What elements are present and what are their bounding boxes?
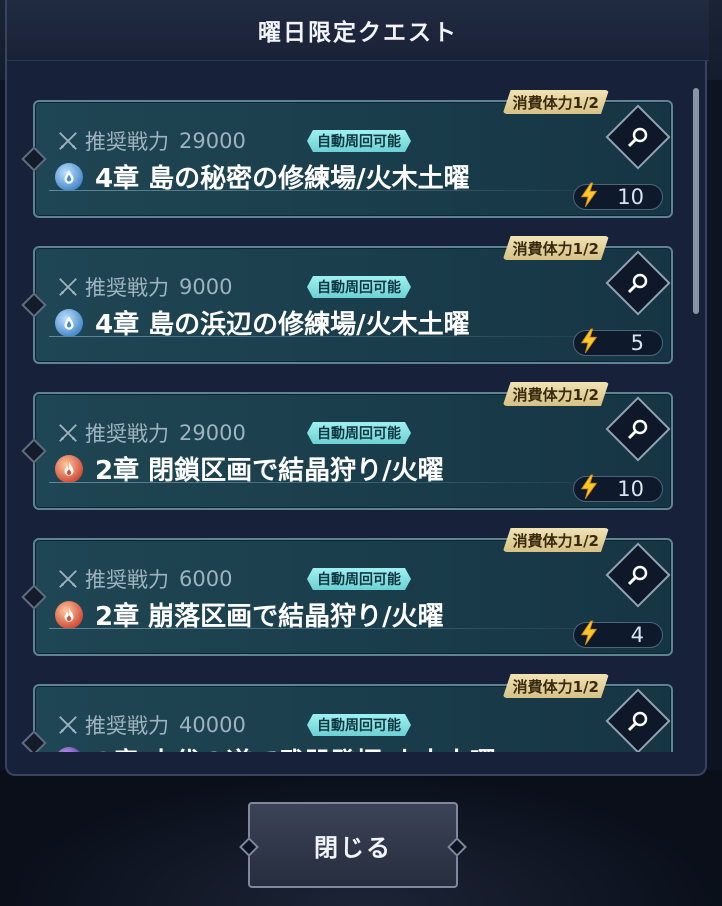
stamina-cost: 5 — [573, 328, 663, 356]
search-icon — [627, 127, 648, 148]
lightning-bolt-icon — [580, 620, 598, 646]
auto-repeat-badge: 自動周回可能 — [307, 714, 411, 736]
auto-repeat-badge: 自動周回可能 — [307, 422, 411, 444]
power-label: 推奨戦力 — [85, 568, 169, 592]
recommended-power: 推奨戦力 9000 — [57, 272, 232, 302]
search-button[interactable] — [605, 688, 671, 752]
water-drop-icon — [55, 162, 83, 191]
power-label: 推奨戦力 — [85, 714, 169, 738]
auto-repeat-badge: 自動周回可能 — [307, 130, 411, 152]
search-icon — [627, 419, 648, 440]
quest-title-row: 3章 古代の道で武器発掘/火木土曜 — [55, 742, 496, 752]
lightning-bolt-icon — [580, 474, 598, 500]
search-button[interactable] — [605, 250, 671, 316]
recommended-power: 推奨戦力 29000 — [57, 126, 246, 156]
auto-repeat-badge: 自動周回可能 — [307, 276, 411, 298]
search-icon — [627, 711, 648, 732]
lightning-bolt-icon — [580, 328, 598, 354]
power-value: 6000 — [179, 567, 233, 591]
stamina-badge: 消費体力1/2 — [503, 90, 609, 114]
recommended-power: 推奨戦力 40000 — [57, 710, 246, 740]
sword-icon — [59, 278, 77, 296]
quest-card[interactable]: 消費体力1/2 推奨戦力 29000 自動周回可能 2章 閉鎖区画で結晶狩り/火… — [21, 392, 673, 510]
card-deco — [21, 730, 47, 752]
quest-card[interactable]: 消費体力1/2 推奨戦力 9000 自動周回可能 4章 島の浜辺の修練場/火木土… — [21, 246, 673, 364]
stamina-badge: 消費体力1/2 — [503, 382, 609, 406]
search-button[interactable] — [605, 396, 671, 462]
dark-element-icon — [55, 746, 83, 752]
power-value: 29000 — [179, 129, 246, 153]
cost-value: 5 — [630, 331, 644, 355]
card-deco — [21, 584, 47, 610]
power-value: 29000 — [179, 421, 246, 445]
power-label: 推奨戦力 — [85, 276, 169, 300]
quest-card[interactable]: 消費体力1/2 推奨戦力 29000 自動周回可能 4章 島の秘密の修練場/火木… — [21, 100, 673, 218]
stamina-badge: 消費体力1/2 — [503, 236, 609, 260]
divider — [49, 190, 591, 191]
power-value: 9000 — [179, 275, 233, 299]
search-icon — [627, 565, 648, 586]
power-value: 40000 — [179, 713, 246, 737]
power-label: 推奨戦力 — [85, 422, 169, 446]
recommended-power: 推奨戦力 6000 — [57, 564, 232, 594]
scrollbar[interactable] — [693, 88, 699, 314]
divider — [49, 336, 591, 337]
sword-icon — [59, 132, 77, 150]
panel-title: 曜日限定クエスト — [7, 0, 709, 61]
quest-panel: 曜日限定クエスト 消費体力1/2 推奨戦力 29000 自動周回可能 4章 島の… — [5, 0, 709, 776]
auto-repeat-badge: 自動周回可能 — [307, 568, 411, 590]
stamina-badge: 消費体力1/2 — [503, 674, 609, 698]
stamina-cost: 10 — [573, 474, 663, 502]
sword-icon — [59, 570, 77, 588]
power-label: 推奨戦力 — [85, 130, 169, 154]
divider — [49, 628, 591, 629]
fire-icon — [55, 600, 83, 629]
stamina-cost: 4 — [573, 620, 663, 648]
stamina-cost: 10 — [573, 182, 663, 210]
sword-icon — [59, 424, 77, 442]
search-icon — [627, 273, 648, 294]
stamina-badge: 消費体力1/2 — [503, 528, 609, 552]
card-deco — [21, 438, 47, 464]
quest-list[interactable]: 消費体力1/2 推奨戦力 29000 自動周回可能 4章 島の秘密の修練場/火木… — [21, 70, 695, 752]
divider — [49, 482, 591, 483]
lightning-bolt-icon — [580, 182, 598, 208]
water-drop-icon — [55, 308, 83, 337]
search-button[interactable] — [605, 104, 671, 170]
quest-card[interactable]: 消費体力1/2 推奨戦力 40000 自動周回可能 3章 古代の道で武器発掘/火… — [21, 684, 673, 752]
recommended-power: 推奨戦力 29000 — [57, 418, 246, 448]
sword-icon — [59, 716, 77, 734]
cost-value: 10 — [617, 477, 644, 501]
card-deco — [21, 146, 47, 172]
card-deco — [21, 292, 47, 318]
quest-name: 3章 古代の道で武器発掘/火木土曜 — [95, 742, 496, 752]
search-button[interactable] — [605, 542, 671, 608]
close-button[interactable]: 閉じる — [248, 802, 458, 888]
fire-icon — [55, 454, 83, 483]
quest-card[interactable]: 消費体力1/2 推奨戦力 6000 自動周回可能 2章 崩落区画で結晶狩り/火曜… — [21, 538, 673, 656]
cost-value: 10 — [617, 185, 644, 209]
cost-value: 4 — [630, 623, 644, 647]
